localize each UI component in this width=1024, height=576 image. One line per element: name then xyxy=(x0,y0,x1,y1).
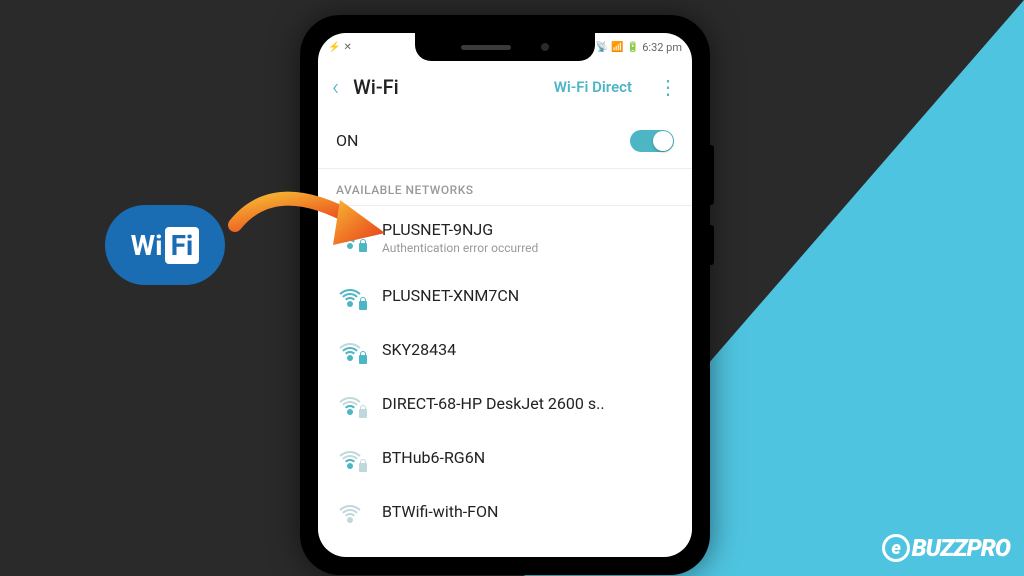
wifi-signal-icon xyxy=(336,281,364,309)
wifi-toggle-label: ON xyxy=(336,131,358,150)
battery-icon: 🔋 xyxy=(627,42,639,53)
lock-icon xyxy=(359,355,367,364)
lock-icon xyxy=(359,301,367,310)
wifi-toggle[interactable] xyxy=(630,130,674,152)
wifi-logo-fi: Fi xyxy=(165,227,200,264)
wifi-direct-button[interactable]: Wi-Fi Direct xyxy=(554,78,632,96)
network-name: PLUSNET-XNM7CN xyxy=(382,286,674,305)
lock-icon xyxy=(359,463,367,472)
phone-screen: ⚡ ✕ 📡 📶 🔋 6:32 pm ‹ Wi-Fi Wi-Fi Direct ⋮… xyxy=(318,33,692,557)
network-item-bthub6-rg6n[interactable]: BTHub6-RG6N xyxy=(318,430,692,484)
toggle-thumb-icon xyxy=(653,131,673,151)
wifi-toggle-row: ON xyxy=(318,113,692,169)
phone-frame: ⚡ ✕ 📡 📶 🔋 6:32 pm ‹ Wi-Fi Wi-Fi Direct ⋮… xyxy=(300,15,710,575)
network-item-btwifi-with-fon[interactable]: BTWifi-with-FON xyxy=(318,484,692,538)
phone-side-button-2 xyxy=(710,225,714,265)
wifi-status-icon: 📡 xyxy=(596,42,608,53)
lock-icon xyxy=(359,409,367,418)
wifi-signal-icon xyxy=(336,335,364,363)
status-time: 6:32 pm xyxy=(642,41,682,54)
camera-icon xyxy=(541,43,549,51)
network-subtitle: Authentication error occurred xyxy=(382,241,674,255)
page-title: Wi-Fi xyxy=(353,75,540,99)
network-item-plusnet-xnm7cn[interactable]: PLUSNET-XNM7CN xyxy=(318,268,692,322)
back-button[interactable]: ‹ xyxy=(332,73,339,101)
network-name: BTHub6-RG6N xyxy=(382,448,674,467)
wifi-signal-icon xyxy=(336,389,364,417)
wifi-signal-icon xyxy=(336,497,364,525)
nav-bar: ‹ Wi-Fi Wi-Fi Direct ⋮ xyxy=(318,61,692,113)
network-name: SKY28434 xyxy=(382,340,674,359)
network-name: DIRECT-68-HP DeskJet 2600 s.. xyxy=(382,394,674,413)
wifi-logo-wi: Wi xyxy=(131,229,163,262)
wifi-logo-badge: WiFi xyxy=(100,200,230,290)
speaker-icon xyxy=(461,45,511,50)
signal-icon: 📶 xyxy=(611,42,623,53)
network-name: PLUSNET-9NJG xyxy=(382,220,674,239)
phone-notch xyxy=(415,33,595,61)
network-item-sky28434[interactable]: SKY28434 xyxy=(318,322,692,376)
pointer-arrow xyxy=(225,165,405,265)
network-name: BTWifi-with-FON xyxy=(382,502,674,521)
menu-button[interactable]: ⋮ xyxy=(658,75,678,99)
watermark-e-icon: e xyxy=(882,534,910,562)
status-icon-left: ⚡ xyxy=(328,42,340,53)
watermark-text: BUZZPRO xyxy=(912,534,1010,562)
status-icon-left: ✕ xyxy=(343,42,351,53)
wifi-signal-icon xyxy=(336,443,364,471)
phone-side-button xyxy=(710,145,714,205)
network-item-direct-68-hp[interactable]: DIRECT-68-HP DeskJet 2600 s.. xyxy=(318,376,692,430)
watermark-logo: e BUZZPRO xyxy=(882,534,1010,562)
